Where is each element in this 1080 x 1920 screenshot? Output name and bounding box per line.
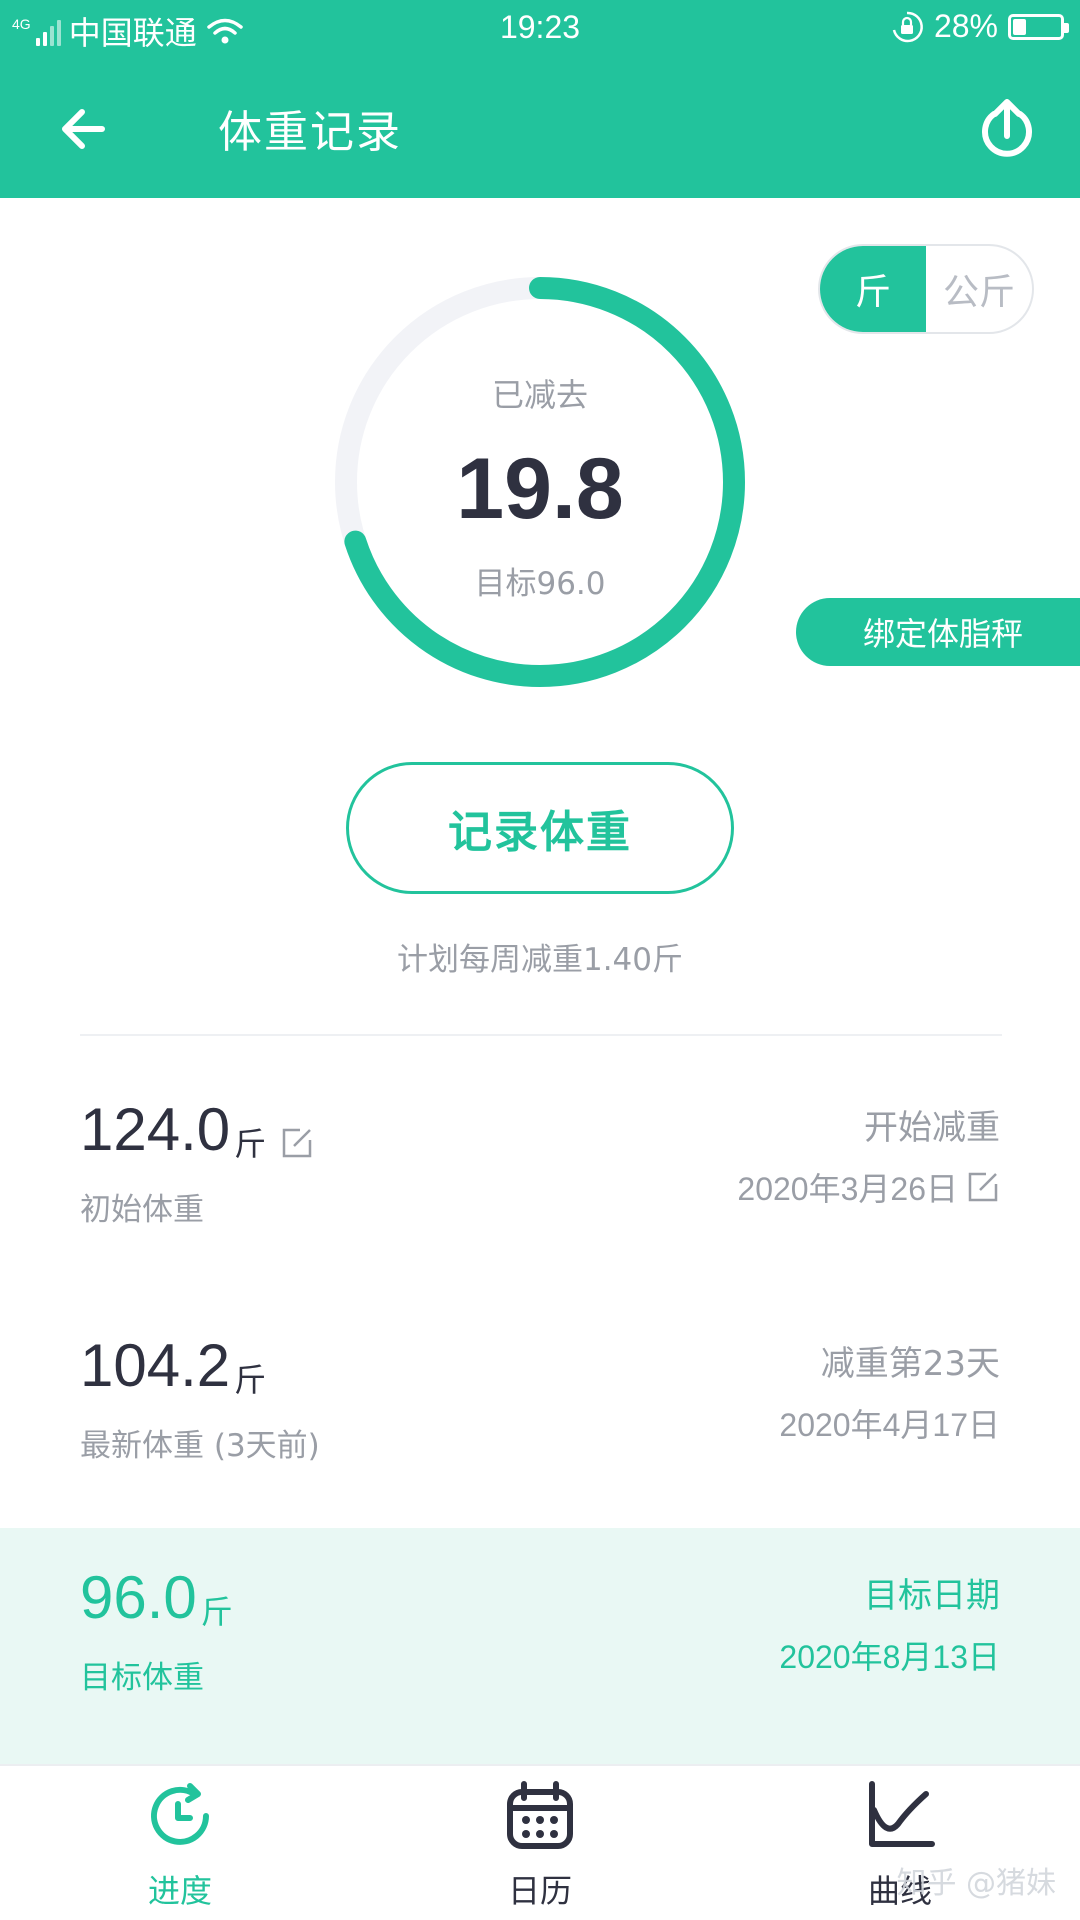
battery-percent: 28% [933, 8, 998, 44]
line-chart-icon [869, 1781, 935, 1847]
initial-weight-label: 初始体重 [80, 1192, 204, 1228]
target-weight-value: 96.0 斤 [80, 1564, 233, 1631]
latest-weight-value: 104.2 斤 [80, 1332, 267, 1399]
battery-level [1013, 18, 1026, 35]
latest-date-text: 2020年4月17日 [779, 1407, 1000, 1443]
latest-weight-label: 最新体重 (3天前) [80, 1428, 320, 1464]
start-date[interactable]: 2020年3月26日 [737, 1164, 1000, 1210]
progress-target: 目标96.0 [474, 566, 606, 602]
record-weight-button[interactable]: 记录体重 [346, 762, 734, 894]
calendar-icon [507, 1781, 573, 1849]
target-date-title: 目标日期 [864, 1576, 1000, 1616]
watermark: 知乎 @猪妹 [896, 1866, 1056, 1901]
weight-unit: 斤 [234, 1361, 267, 1399]
arrow-left-icon [62, 109, 105, 149]
tab-calendar[interactable]: 日历 [430, 1780, 650, 1920]
tab-bar-divider [0, 1764, 1080, 1766]
plan-text: 计划每周减重1.40斤 [396, 942, 684, 978]
day-count: 减重第23天 [820, 1344, 1000, 1384]
tab-progress[interactable]: 进度 [70, 1780, 290, 1920]
progress-value: 19.8 [456, 441, 624, 537]
initial-weight-row: 124.0 斤 初始体重 开始减重 2020年3月26日 [0, 1060, 1080, 1296]
edit-icon[interactable] [966, 1170, 1000, 1204]
nav-bar: 体重记录 [0, 56, 1080, 198]
share-button[interactable] [972, 94, 1042, 164]
start-title: 开始减重 [864, 1108, 1000, 1148]
weight-number: 124.0 [80, 1096, 231, 1163]
target-date-text: 2020年8月13日 [779, 1639, 1000, 1675]
target-date: 2020年8月13日 [779, 1632, 1000, 1678]
latest-date: 2020年4月17日 [779, 1400, 1000, 1446]
edit-icon[interactable] [280, 1126, 314, 1160]
status-right: 28% [890, 8, 1069, 45]
bind-scale-button[interactable]: 绑定体脂秤 [796, 598, 1080, 666]
back-button[interactable] [50, 94, 120, 164]
tab-label: 日历 [507, 1872, 572, 1910]
unit-option-kg[interactable]: 公斤 [926, 246, 1032, 332]
page-title: 体重记录 [218, 107, 402, 158]
unit-option-jin[interactable]: 斤 [820, 246, 926, 332]
rotation-lock-icon [892, 11, 923, 42]
weight-number: 104.2 [80, 1332, 231, 1399]
unit-toggle: 斤 公斤 [818, 244, 1034, 334]
start-date-text: 2020年3月26日 [737, 1171, 958, 1207]
status-bar: 4G 中国联通 19:23 28% [0, 0, 1080, 56]
initial-weight-value: 124.0 斤 [80, 1100, 314, 1160]
weight-unit: 斤 [200, 1593, 233, 1631]
divider [80, 1034, 1002, 1036]
progress-label: 已减去 [491, 376, 588, 414]
weight-number: 96.0 [80, 1564, 197, 1631]
upload-share-icon [982, 99, 1032, 157]
target-weight-row: 96.0 斤 目标体重 目标日期 2020年8月13日 [0, 1528, 1080, 1764]
latest-weight-row: 104.2 斤 最新体重 (3天前) 减重第23天 2020年4月17日 [0, 1296, 1080, 1532]
weight-unit: 斤 [234, 1125, 267, 1163]
tab-label: 进度 [147, 1872, 212, 1910]
battery-icon [1008, 13, 1069, 40]
header: 4G 中国联通 19:23 28% 体重记录 [0, 0, 1080, 198]
clock-refresh-icon [151, 1783, 209, 1845]
target-weight-label: 目标体重 [80, 1660, 204, 1696]
